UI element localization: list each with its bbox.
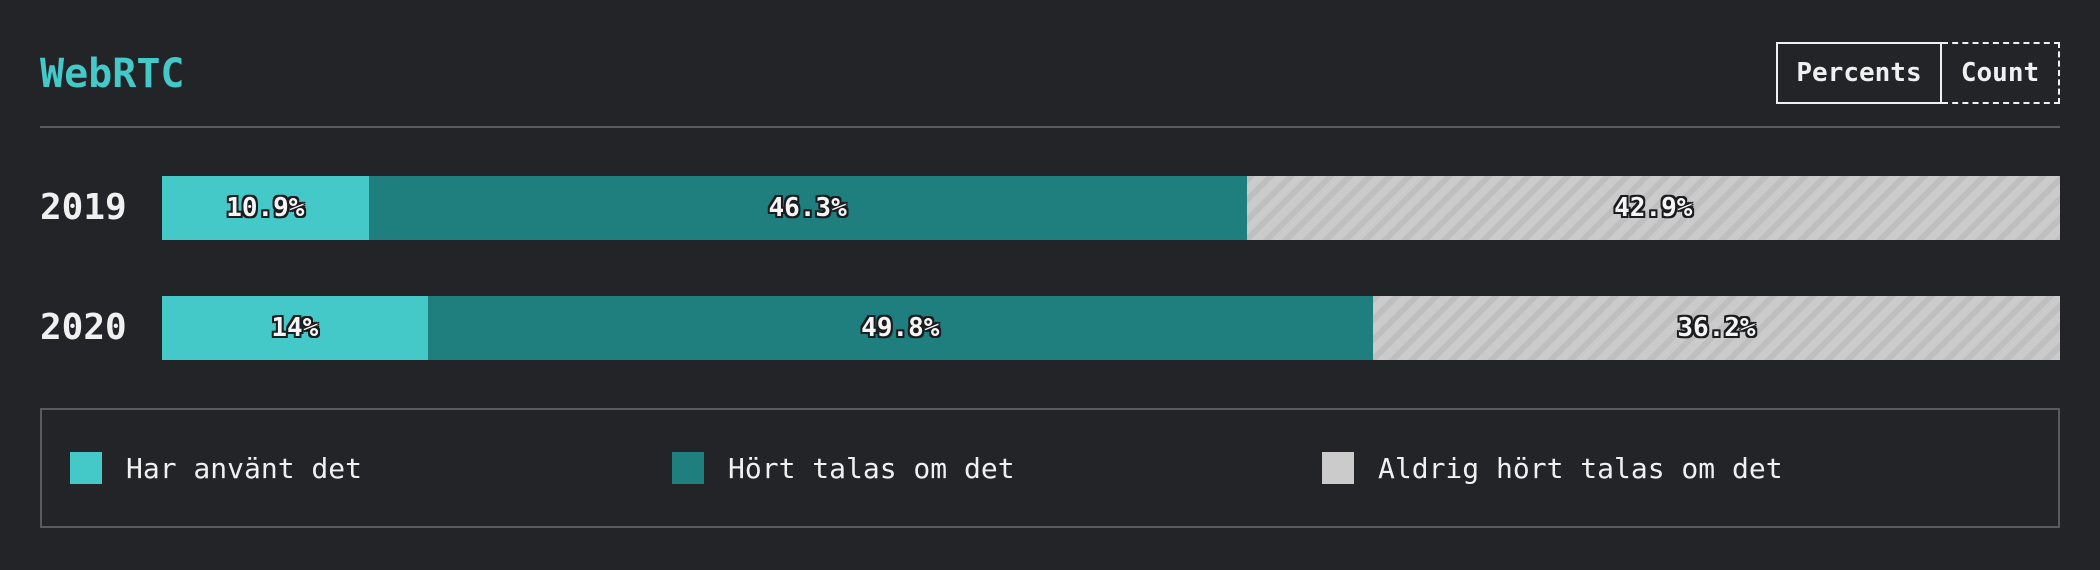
legend-item-never[interactable]: Aldrig hört talas om det	[1322, 410, 1783, 526]
bar-segment-heard[interactable]: 46.3%	[368, 176, 1247, 240]
header-divider	[40, 126, 2060, 128]
bar-row-2019: 2019 10.9% 46.3% 42.9%	[40, 176, 2060, 240]
bar-value-label: 42.9%	[1614, 193, 1693, 223]
bar-segment-never[interactable]: 36.2%	[1372, 296, 2060, 360]
legend-swatch-heard	[672, 452, 704, 484]
legend-label-never: Aldrig hört talas om det	[1378, 451, 1783, 485]
bar-segment-used[interactable]: 14%	[162, 296, 428, 360]
bar-segment-never[interactable]: 42.9%	[1246, 176, 2060, 240]
legend-item-used[interactable]: Har använt det	[70, 410, 362, 526]
bar-value-label: 49.8%	[861, 313, 940, 343]
row-label: 2019	[40, 187, 127, 228]
bar-row-2020: 2020 14% 49.8% 36.2%	[40, 296, 2060, 360]
units-toggle: Percents Count	[1776, 42, 2060, 104]
legend-label-used: Har använt det	[126, 451, 363, 485]
legend-swatch-never	[1322, 452, 1354, 484]
bar-value-label: 36.2%	[1677, 313, 1756, 343]
percents-button[interactable]: Percents	[1776, 42, 1942, 104]
bar-segment-used[interactable]: 10.9%	[162, 176, 369, 240]
stacked-bar: 10.9% 46.3% 42.9%	[162, 176, 2060, 240]
bar-value-label: 14%	[271, 313, 319, 343]
legend-item-heard[interactable]: Hört talas om det	[672, 410, 1015, 526]
bar-value-label: 10.9%	[226, 193, 305, 223]
row-label: 2020	[40, 307, 127, 348]
chart-title: WebRTC	[40, 51, 185, 97]
legend-swatch-used	[70, 452, 102, 484]
count-button[interactable]: Count	[1942, 42, 2060, 104]
stacked-bar: 14% 49.8% 36.2%	[162, 296, 2060, 360]
legend: Har använt det Hört talas om det Aldrig …	[40, 408, 2060, 528]
legend-label-heard: Hört talas om det	[728, 451, 1015, 485]
bar-value-label: 46.3%	[768, 193, 847, 223]
bar-segment-heard[interactable]: 49.8%	[427, 296, 1373, 360]
